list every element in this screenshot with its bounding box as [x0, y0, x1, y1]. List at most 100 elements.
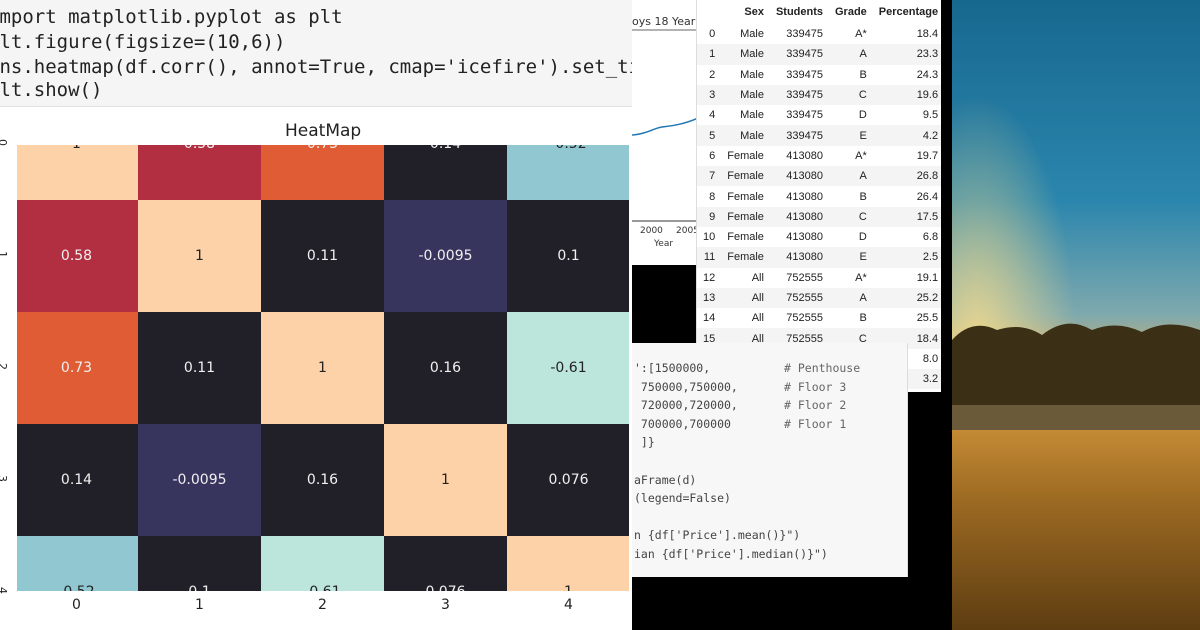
heatmap-cell: 1	[384, 424, 507, 536]
table-row: 12 All 752555 A* 19.1	[697, 268, 941, 288]
table-cell: 1	[697, 44, 722, 65]
heatmap-cell: 0.11	[261, 200, 384, 312]
table-cell: Male	[740, 109, 764, 122]
heatmap-cell: 0.1	[507, 200, 629, 312]
table-cell: 9.5	[922, 109, 939, 122]
heatmap-cell-annotation: 0.1	[138, 584, 261, 591]
heatmap-cell-annotation: -0.52	[17, 584, 138, 591]
table-row: 4 Male 339475 D 9.5	[697, 105, 941, 125]
table-cell: E	[829, 125, 873, 146]
code2-line: aFrame(d)	[634, 472, 697, 487]
table-cell: Female	[721, 166, 770, 187]
table-cell: 413080	[786, 231, 823, 244]
table-header-row: Sex Students Grade Percentage	[697, 0, 941, 24]
heatmap-cell: 0.16	[384, 312, 507, 424]
heatmap-cell: 1	[507, 536, 629, 591]
heatmap-cell: 0.11	[138, 312, 261, 424]
table-cell: 413080	[786, 190, 823, 203]
heatmap-cell: 0.14	[17, 424, 138, 536]
heatmap-cell-annotation: 0.11	[306, 248, 339, 264]
heatmap-cell-annotation: -0.52	[507, 145, 629, 152]
heatmap-cell-annotation: 0.16	[306, 472, 339, 488]
table-cell: 19.7	[916, 149, 939, 162]
heatmap-cell-annotation: 0.076	[384, 584, 507, 591]
heatmap-x-tick: 4	[564, 597, 573, 613]
table-cell: A*	[855, 271, 867, 284]
line-series	[632, 117, 698, 136]
heatmap-cell: 0.73	[17, 312, 138, 424]
heatmap-cell-annotation: 1	[195, 248, 204, 264]
table-cell: 26.4	[916, 190, 939, 203]
line-chart-fragment: 2000 2005 Year	[632, 0, 698, 265]
heatmap-cell-annotation: 1	[507, 584, 629, 591]
heatmap-cell-annotation: 0.076	[548, 472, 589, 488]
code2-comment: # Floor 1	[784, 416, 847, 431]
dataframe-output: Sex Students Grade Percentage 0 Male 33947…	[696, 0, 941, 392]
table-cell: A	[829, 166, 873, 187]
table-cell: 19.6	[872, 84, 941, 106]
table-cell: All	[751, 271, 764, 284]
table-row: 3 Male 339475 C 19.6	[697, 84, 941, 106]
table-body: 0 Male 339475 A* 18.4 1 Male 339475 A 23.3 2 Male 33…	[697, 24, 941, 390]
table-cell: 9	[697, 206, 722, 227]
table-cell: 11	[697, 247, 722, 268]
table-cell: D	[858, 109, 867, 122]
table-cell: A	[829, 287, 873, 309]
table-cell: 339475	[769, 44, 829, 65]
code-cell-2[interactable]: ':[1500000, # Penthouse 750000,750000, # F…	[632, 343, 908, 577]
code2-line: n {df['Price'].mean()}")	[634, 528, 801, 543]
table-cell: 12	[703, 271, 716, 284]
heatmap-cell-annotation: 0.16	[429, 360, 462, 376]
code2-line: 720000,720000,	[634, 398, 738, 413]
heatmap-cell: 1	[17, 145, 138, 200]
table-cell: 10	[703, 231, 716, 244]
table-row: 1 Male 339475 A 23.3	[697, 44, 941, 65]
table-cell: 26.8	[872, 166, 941, 187]
code2-line: 750000,750000,	[634, 379, 738, 394]
table-cell: Male	[721, 44, 770, 65]
code2-line: ':[1500000,	[634, 361, 711, 375]
code-cell[interactable]: import matplotlib.pyplot as plt plt.figu…	[0, 0, 632, 107]
heatmap-cell-annotation: -0.0095	[172, 472, 227, 488]
table-cell: 25.5	[916, 312, 939, 325]
landscape-photo	[952, 0, 1200, 630]
x-tick-2005: 2005	[676, 226, 698, 236]
table-cell: E	[829, 247, 873, 268]
heatmap-cell: 0.16	[261, 424, 384, 536]
table-cell: C	[829, 84, 873, 106]
table-cell: B	[859, 312, 867, 325]
heatmap-cell: -0.52	[507, 145, 629, 200]
table-cell: 4	[709, 109, 716, 122]
heatmap-cell-annotation: 1	[318, 360, 327, 376]
heatmap-y-tick: 1	[0, 251, 9, 258]
table-cell: B	[859, 190, 867, 203]
table-cell: 339475	[769, 125, 829, 146]
table-row: 14 All 752555 B 25.5	[697, 308, 941, 328]
line-chart-svg: 2000 2005 Year	[632, 29, 698, 249]
landscape-svg	[952, 0, 1200, 630]
table-cell: 13	[697, 287, 722, 309]
table-cell: C	[829, 206, 873, 227]
heatmap-cell: -0.0095	[384, 200, 507, 312]
table-cell: 413080	[769, 247, 829, 268]
table-row: 7 Female 413080 A 26.8	[697, 166, 941, 187]
table-row: 11 Female 413080 E 2.5	[697, 247, 941, 268]
table-row: 5 Male 339475 E 4.2	[697, 125, 941, 146]
code2-comment: # Penthouse	[784, 361, 861, 375]
code2-comment: # Floor 3	[784, 379, 847, 394]
table-cell: 2.5	[872, 247, 941, 268]
table-row: 6 Female 413080 A* 19.7	[697, 146, 941, 166]
code2-line: 700000,700000	[634, 416, 731, 431]
heatmap-cell-annotation: 0.58	[60, 248, 93, 264]
heatmap-cell: -0.0095	[138, 424, 261, 536]
heatmap-cell: 0.58	[138, 145, 261, 200]
code2-line: ]}	[634, 435, 655, 450]
table-cell: Female	[727, 149, 764, 162]
table-cell: 7	[697, 166, 722, 187]
column-header-students: Students	[775, 6, 823, 18]
table-cell: All	[721, 287, 770, 309]
table-cell: 14	[703, 312, 716, 325]
heatmap-cell: 0.58	[17, 200, 138, 312]
table-cell: 752555	[786, 312, 823, 325]
table-cell: B	[859, 68, 867, 81]
